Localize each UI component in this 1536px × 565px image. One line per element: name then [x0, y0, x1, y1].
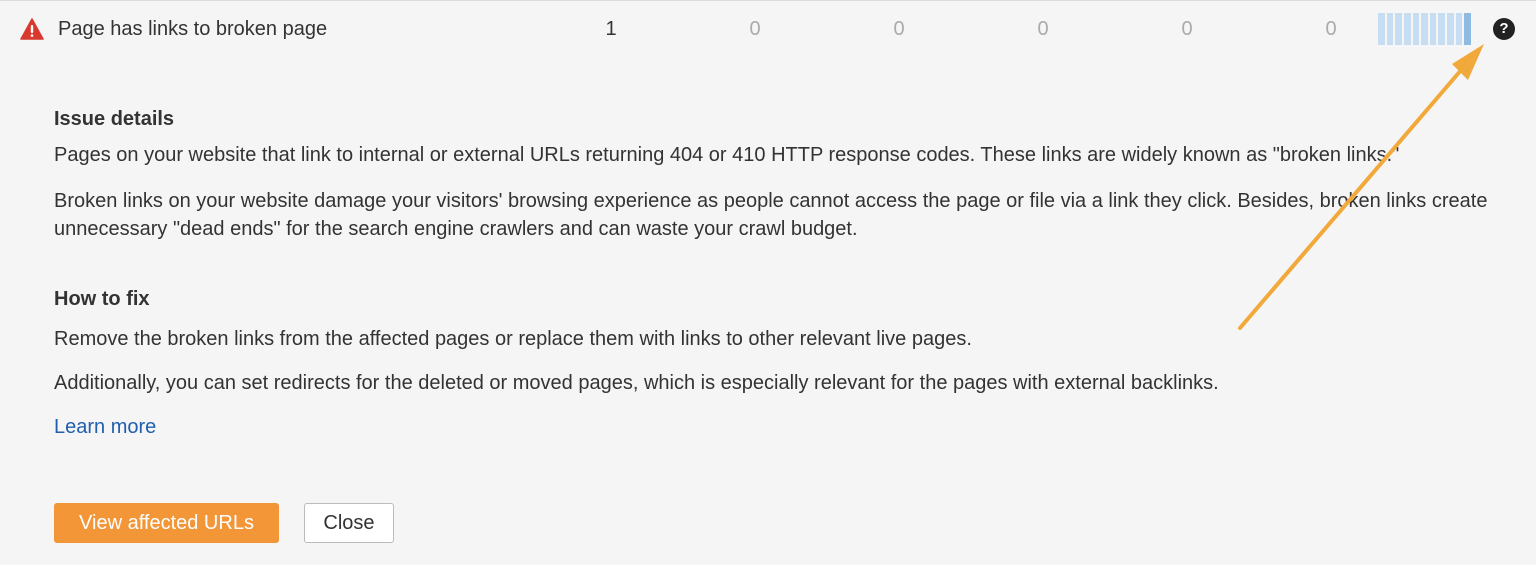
count-cell: 0	[1325, 18, 1337, 40]
issue-row[interactable]: Page has links to broken page 1 0 0 0 0 …	[0, 1, 1536, 57]
trend-bar	[1421, 13, 1428, 45]
close-button[interactable]: Close	[304, 503, 394, 543]
count-cell[interactable]: 1	[581, 17, 641, 41]
trend-bars-icon[interactable]	[1378, 13, 1472, 45]
count-cell: 0	[749, 18, 761, 40]
trend-bar	[1386, 13, 1394, 45]
warning-triangle-icon	[20, 18, 44, 40]
count-cell: 0	[1037, 18, 1049, 40]
view-affected-urls-button[interactable]: View affected URLs	[54, 503, 279, 543]
how-to-fix-heading: How to fix	[54, 288, 150, 310]
trend-bar	[1378, 13, 1385, 45]
learn-more-link[interactable]: Learn more	[54, 413, 156, 441]
trend-bar	[1412, 13, 1420, 45]
issue-description: Pages on your website that link to inter…	[54, 144, 1400, 166]
fix-step-remove-links: Remove the broken links from the affecte…	[54, 328, 972, 350]
trend-bar	[1429, 13, 1437, 45]
count-cell: 0	[1181, 18, 1193, 40]
issue-details-panel: Issue details Pages on your website that…	[54, 100, 1524, 441]
trend-bar	[1447, 13, 1454, 45]
fix-step-redirects: Additionally, you can set redirects for …	[54, 372, 1219, 394]
issue-title[interactable]: Page has links to broken page	[58, 17, 327, 41]
trend-bar	[1438, 13, 1446, 45]
question-circle-icon[interactable]: ?	[1493, 18, 1515, 40]
issue-details-heading: Issue details	[54, 108, 175, 130]
count-cell: 0	[893, 18, 905, 40]
trend-bar	[1455, 13, 1463, 45]
trend-bar	[1403, 13, 1411, 45]
issue-impact: Broken links on your website damage your…	[54, 190, 1488, 240]
trend-bar	[1395, 13, 1402, 45]
trend-bar	[1464, 13, 1472, 45]
